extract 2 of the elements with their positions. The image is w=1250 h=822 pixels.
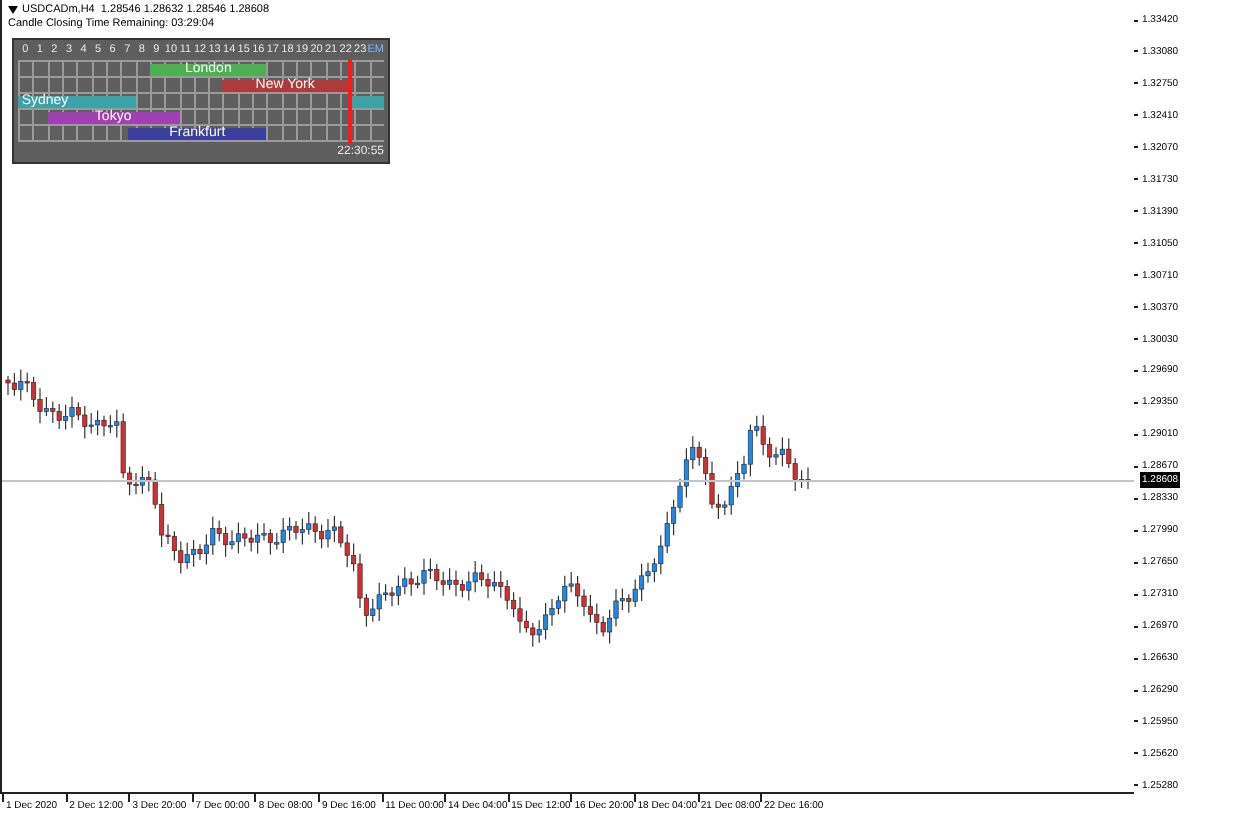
current-time-line <box>348 60 352 144</box>
dropdown-icon[interactable] <box>8 6 18 14</box>
